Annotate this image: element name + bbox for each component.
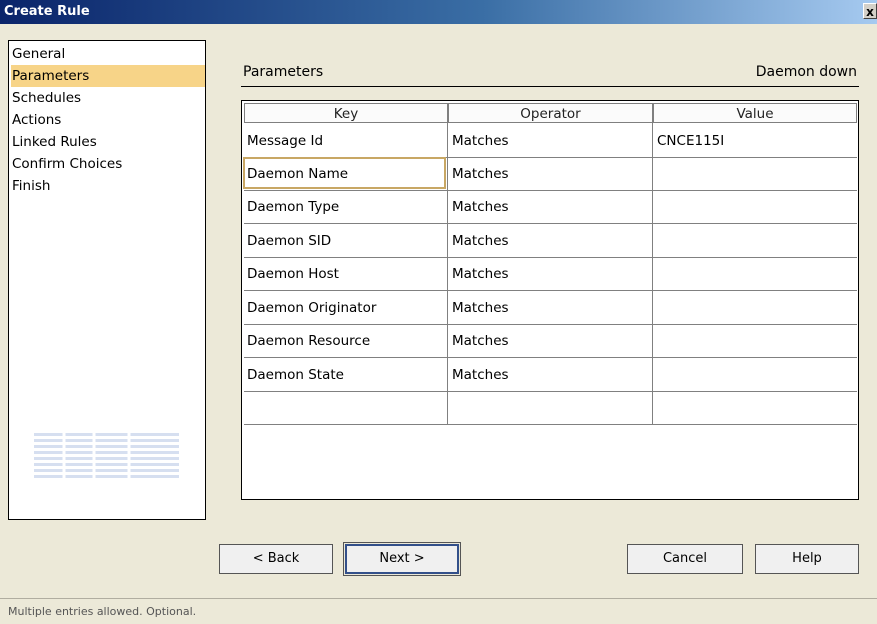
parameters-table: Key Operator Value Message Id Matches CN… <box>241 100 859 500</box>
table-cell-operator[interactable]: Matches <box>449 325 509 357</box>
nav-item-schedules[interactable]: Schedules <box>11 87 205 109</box>
table-cell-key[interactable]: Daemon Originator <box>244 292 376 324</box>
panel-title: Parameters <box>243 64 324 80</box>
table-cell-value[interactable] <box>654 292 657 324</box>
close-button[interactable]: x <box>863 3 877 19</box>
table-cell-operator[interactable]: Matches <box>449 258 509 290</box>
help-button[interactable]: Help <box>755 544 859 574</box>
column-divider <box>447 123 448 425</box>
nav-item-general[interactable]: General <box>11 43 205 65</box>
row-divider <box>244 357 857 358</box>
table-cell-key[interactable]: Daemon Name <box>244 158 348 190</box>
row-divider <box>244 424 857 425</box>
row-divider <box>244 223 857 224</box>
row-divider <box>244 391 857 392</box>
table-cell-operator[interactable]: Matches <box>449 225 509 257</box>
table-cell-value[interactable] <box>654 158 657 190</box>
column-header-value[interactable]: Value <box>653 103 857 123</box>
column-header-operator[interactable]: Operator <box>448 103 653 123</box>
back-button[interactable]: < Back <box>219 544 333 574</box>
table-cell-value[interactable]: CNCE115I <box>654 125 724 157</box>
ibm-logo <box>34 433 179 485</box>
table-cell-key[interactable]: Message Id <box>244 125 323 157</box>
table-cell-operator[interactable]: Matches <box>449 158 509 190</box>
table-cell-key[interactable]: Daemon Host <box>244 258 339 290</box>
table-cell-value[interactable] <box>654 359 657 391</box>
nav-item-confirm-choices[interactable]: Confirm Choices <box>11 153 205 175</box>
nav-item-actions[interactable]: Actions <box>11 109 205 131</box>
panel-subtitle: Daemon down <box>755 64 857 80</box>
ibm-logo-mark <box>62 433 131 485</box>
table-cell-key[interactable]: Daemon Type <box>244 191 339 223</box>
table-cell-operator[interactable]: Matches <box>449 359 509 391</box>
window-title: Create Rule <box>4 4 90 19</box>
wizard-steps-list: General Parameters Schedules Actions Lin… <box>8 40 206 520</box>
status-bar: Multiple entries allowed. Optional. <box>0 598 877 624</box>
nav-item-linked-rules[interactable]: Linked Rules <box>11 131 205 153</box>
table-cell-operator[interactable]: Matches <box>449 191 509 223</box>
column-header-key[interactable]: Key <box>244 103 448 123</box>
title-bar: Create Rule x <box>0 0 877 24</box>
table-cell-value[interactable] <box>654 258 657 290</box>
row-divider <box>244 290 857 291</box>
status-text: Multiple entries allowed. Optional. <box>8 605 197 618</box>
table-cell-key[interactable] <box>244 392 247 424</box>
cancel-button[interactable]: Cancel <box>627 544 743 574</box>
table-cell-value[interactable] <box>654 392 657 424</box>
nav-item-parameters[interactable]: Parameters <box>11 65 205 87</box>
table-cell-key[interactable]: Daemon State <box>244 359 344 391</box>
table-cell-operator[interactable] <box>449 392 452 424</box>
table-cell-operator[interactable]: Matches <box>449 125 509 157</box>
column-divider <box>652 123 653 425</box>
table-cell-value[interactable] <box>654 325 657 357</box>
table-cell-value[interactable] <box>654 225 657 257</box>
divider <box>241 86 859 87</box>
table-cell-operator[interactable]: Matches <box>449 292 509 324</box>
next-button[interactable]: Next > <box>343 542 461 576</box>
table-cell-value[interactable] <box>654 191 657 223</box>
table-cell-key[interactable]: Daemon SID <box>244 225 331 257</box>
nav-item-finish[interactable]: Finish <box>11 175 205 197</box>
table-cell-key[interactable]: Daemon Resource <box>244 325 370 357</box>
